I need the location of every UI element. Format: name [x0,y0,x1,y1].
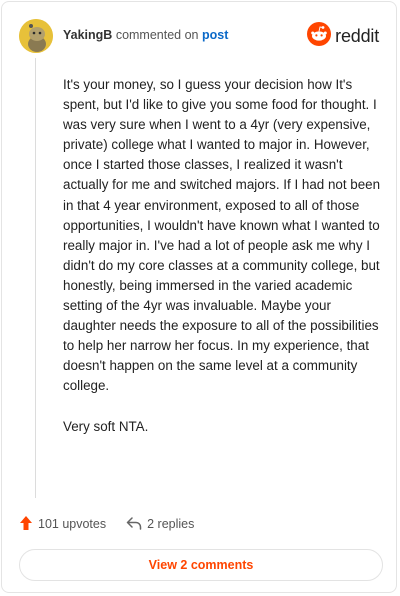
view-comments-button[interactable]: View 2 comments [19,549,383,581]
upvote-arrow-icon [19,515,38,534]
comment-body: It's your money, so I guess your decisio… [63,75,383,457]
reddit-logo[interactable]: reddit [307,21,379,51]
comment-header: YakingB commented on post reddit [19,19,379,53]
snoo-avatar-icon[interactable] [19,19,53,53]
comment-actions: 101 upvotes 2 replies [19,513,194,535]
reddit-logo-text: reddit [335,25,379,46]
comment-paragraph: It's your money, so I guess your decisio… [63,77,381,394]
replies-button[interactable]: 2 replies [126,516,194,533]
upvote-count: 101 upvotes [38,517,107,531]
post-link[interactable]: post [202,28,228,42]
thread-line[interactable] [35,58,36,498]
reddit-logo-icon [307,21,332,51]
reply-count: 2 replies [147,517,195,531]
comment-card: YakingB commented on post reddit It's yo… [1,1,397,593]
reply-arrow-icon [126,516,147,533]
comment-paragraph: Very soft NTA. [63,418,149,434]
commented-on-text: commented on [115,28,199,42]
author-line: YakingB commented on post [63,28,228,42]
author-name[interactable]: YakingB [63,28,112,42]
upvote-button[interactable]: 101 upvotes [19,515,106,534]
